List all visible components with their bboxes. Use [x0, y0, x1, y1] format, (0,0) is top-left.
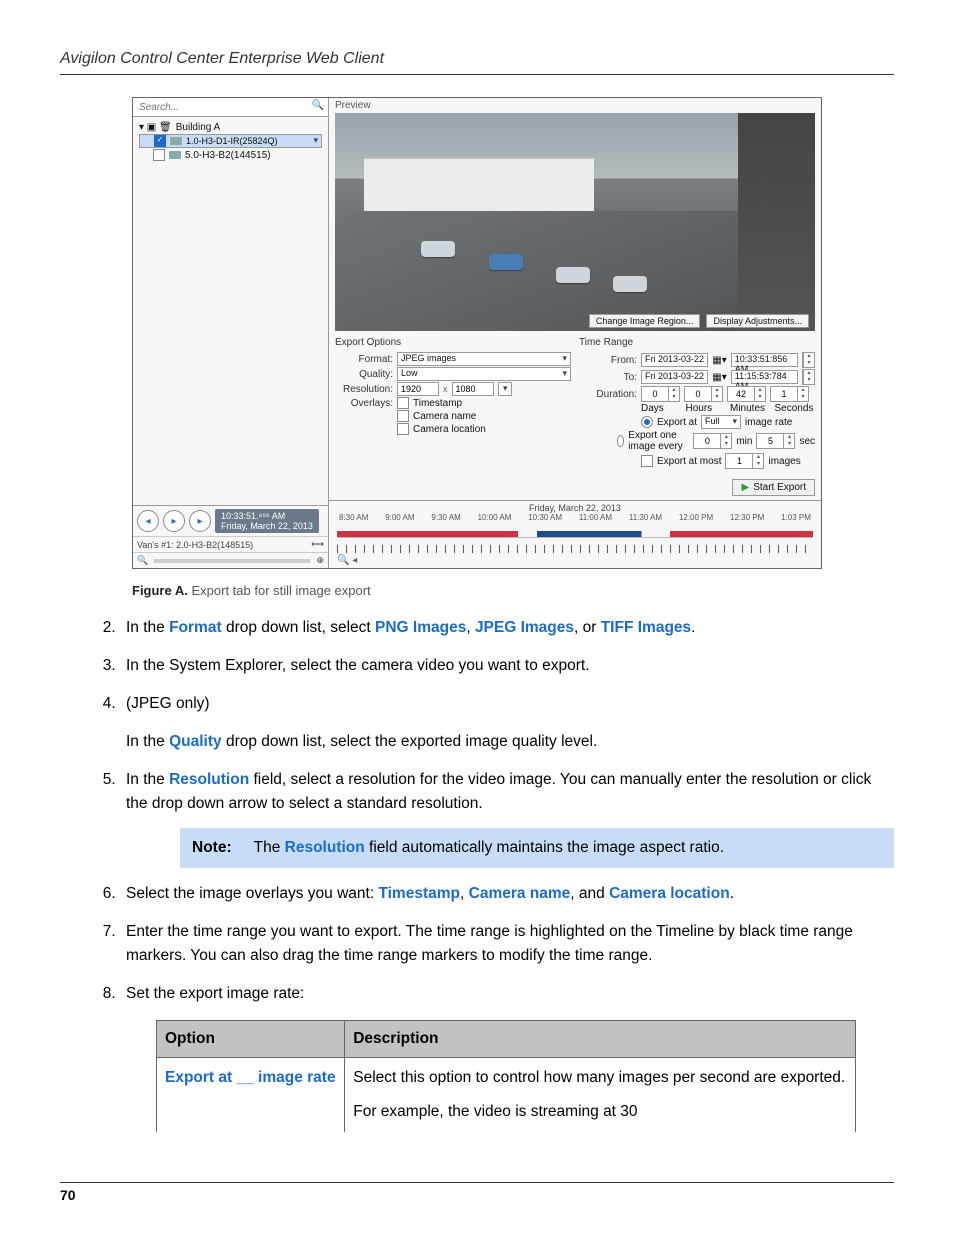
step-3: In the System Explorer, select the camer… — [120, 654, 894, 678]
from-time[interactable]: 10:33:51:856 AM — [731, 353, 798, 367]
display-adjustments-button[interactable]: Display Adjustments... — [706, 314, 809, 328]
rate-full-radio[interactable] — [641, 416, 653, 428]
step-back-button[interactable]: ◂ — [137, 510, 159, 532]
table-header-row: Option Description — [157, 1021, 856, 1058]
camera-strip-label: Van's #1: 2.0-H3-B2(148515)⟷ — [133, 536, 328, 552]
dur-days[interactable]: ▴▾ — [641, 386, 680, 402]
camera-icon — [169, 151, 181, 159]
rate-atmost-checkbox[interactable] — [641, 455, 653, 467]
video-preview[interactable]: Change Image Region... Display Adjustmen… — [335, 113, 815, 331]
play-icon: ▶ — [741, 482, 749, 493]
time-range-panel: Time Range From: Fri 2013-03-22 ▦▾ 10:33… — [579, 337, 815, 496]
calendar-icon[interactable]: ▦▾ — [712, 355, 726, 366]
timeline-scale: 8:30 AM9:00 AM 9:30 AM10:00 AM 10:30 AM1… — [329, 513, 821, 522]
step-8: Set the export image rate: Option Descri… — [120, 982, 894, 1132]
playback-controls: ◂ ▸ ▸ 10:33:51.⁸⁵⁶ AM Friday, March 22, … — [133, 505, 328, 536]
rate-full-select[interactable]: Full — [701, 415, 741, 429]
search-input[interactable] — [133, 98, 328, 116]
time-range-title: Time Range — [579, 337, 815, 348]
checkbox-icon[interactable]: ✓ — [154, 135, 166, 147]
rate-atmost-count[interactable]: ▴▾ — [725, 453, 764, 469]
to-date[interactable]: Fri 2013-03-22 — [641, 370, 708, 384]
step-4: (JPEG only) In the Quality drop down lis… — [120, 692, 894, 754]
start-export-button[interactable]: ▶ Start Export — [732, 479, 815, 496]
page-number: 70 — [60, 1182, 894, 1203]
dur-sec[interactable]: ▴▾ — [770, 386, 809, 402]
timeline-date: Friday, March 22, 2013 — [329, 503, 821, 513]
running-header: Avigilon Control Center Enterprise Web C… — [60, 50, 894, 75]
playhead-time: 10:33:51.⁸⁵⁶ AM Friday, March 22, 2013 — [215, 509, 319, 533]
overlay-cameraname-checkbox[interactable] — [397, 410, 409, 422]
step-5: In the Resolution field, select a resolu… — [120, 768, 894, 868]
times-icon: x — [443, 384, 448, 394]
rate-every-radio[interactable] — [617, 435, 625, 447]
rate-every-sec[interactable]: ▴▾ — [756, 433, 795, 449]
note-box: Note: The Resolution field automatically… — [180, 828, 894, 868]
step-6: Select the image overlays you want: Time… — [120, 882, 894, 906]
timeline-bars[interactable] — [337, 525, 813, 543]
play-button[interactable]: ▸ — [163, 510, 185, 532]
instruction-list: In the Format drop down list, select PNG… — [60, 616, 894, 1132]
export-options-title: Export Options — [335, 337, 571, 348]
export-options-panel: Export Options Format: JPEG images Quali… — [335, 337, 571, 496]
format-select[interactable]: JPEG images — [397, 352, 571, 366]
timeline-zoom[interactable]: 🔍 ◂ — [329, 553, 821, 568]
table-row: Export at __ image rate Select this opti… — [157, 1058, 856, 1133]
timeline-ticks — [337, 545, 813, 553]
zoom-out-icon: 🔍 — [137, 555, 148, 566]
to-time-spinner[interactable]: ▴▾ — [802, 369, 815, 385]
figure-caption: Figure A. Export tab for still image exp… — [132, 583, 822, 598]
preview-label: Preview — [329, 98, 821, 113]
res-height-input[interactable] — [452, 382, 494, 396]
from-date[interactable]: Fri 2013-03-22 — [641, 353, 708, 367]
res-select[interactable] — [498, 382, 512, 396]
search-icon: 🔍 — [312, 100, 324, 111]
step-7: Enter the time range you want to export.… — [120, 920, 894, 968]
image-rate-table: Option Description Export at __ image ra… — [156, 1020, 856, 1132]
tree-site[interactable]: ▾ ▣ 🗑 Building A — [139, 121, 322, 134]
tree-camera-2[interactable]: 5.0-H3-B2(144515) — [139, 148, 322, 162]
col-option: Option — [157, 1021, 345, 1058]
overlay-cameralocation-checkbox[interactable] — [397, 423, 409, 435]
dur-hours[interactable]: ▴▾ — [684, 386, 723, 402]
overlay-timestamp-checkbox[interactable] — [397, 397, 409, 409]
from-time-spinner[interactable]: ▴▾ — [802, 352, 815, 368]
step-2: In the Format drop down list, select PNG… — [120, 616, 894, 640]
camera-icon — [170, 137, 182, 145]
search-box[interactable]: 🔍 — [133, 98, 328, 117]
timeline[interactable]: Friday, March 22, 2013 8:30 AM9:00 AM 9:… — [329, 500, 821, 568]
figure-a: 🔍 ▾ ▣ 🗑 Building A ✓ 1.0-H3-D1-IR(25824Q… — [132, 97, 822, 598]
quality-select[interactable]: Low — [397, 367, 571, 381]
calendar-icon[interactable]: ▦▾ — [712, 372, 726, 383]
system-explorer-tree[interactable]: ▾ ▣ 🗑 Building A ✓ 1.0-H3-D1-IR(25824Q) … — [133, 117, 328, 505]
tree-camera-1[interactable]: ✓ 1.0-H3-D1-IR(25824Q) — [139, 134, 322, 148]
step-fwd-button[interactable]: ▸ — [189, 510, 211, 532]
res-width-input[interactable] — [397, 382, 439, 396]
to-time[interactable]: 11:15:53:784 AM — [731, 370, 798, 384]
rate-every-min[interactable]: ▴▾ — [693, 433, 732, 449]
checkbox-icon[interactable] — [153, 149, 165, 161]
col-description: Description — [345, 1021, 856, 1058]
export-tab-screenshot: 🔍 ▾ ▣ 🗑 Building A ✓ 1.0-H3-D1-IR(25824Q… — [132, 97, 822, 569]
zoom-row[interactable]: 🔍⊕ — [133, 552, 328, 568]
change-image-region-button[interactable]: Change Image Region... — [589, 314, 701, 328]
dur-min[interactable]: ▴▾ — [727, 386, 766, 402]
